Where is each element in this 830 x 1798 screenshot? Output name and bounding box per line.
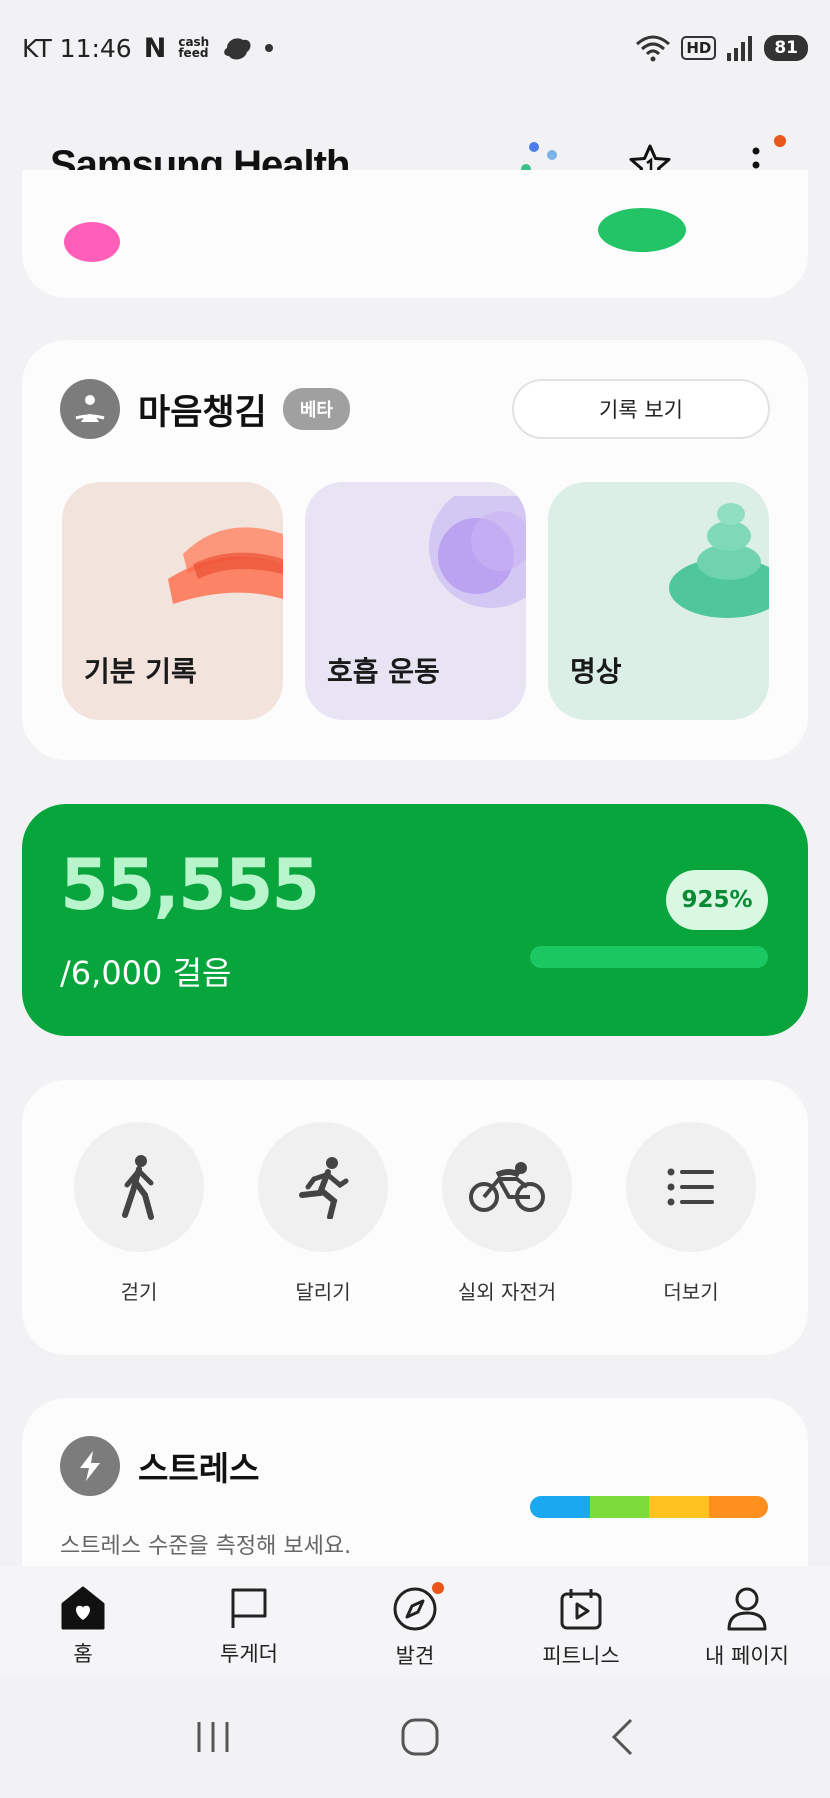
outdoor-bike-label: 실외 자전거	[457, 1280, 557, 1304]
workout-outdoor-bike[interactable]: 실외 자전거	[442, 1122, 572, 1305]
breathing-tile[interactable]: 호흡 운동	[305, 482, 526, 720]
signal-icon	[727, 36, 753, 61]
compass-icon	[393, 1587, 437, 1631]
view-records-button[interactable]: 기록 보기	[512, 379, 770, 439]
notification-dot-icon	[265, 44, 274, 52]
new-badge-dot	[774, 135, 786, 147]
nav-fitness-label: 피트니스	[542, 1644, 620, 1668]
mood-record-label: 기분 기록	[84, 655, 197, 688]
scrolled-card	[22, 170, 808, 298]
wifi-icon	[636, 35, 671, 62]
battery-icon: 81	[764, 35, 808, 61]
meditation-label: 명상	[570, 655, 622, 688]
stress-scale-mid-high	[649, 1496, 709, 1518]
nav-my-page-label: 내 페이지	[705, 1644, 789, 1668]
lightning-icon	[60, 1436, 120, 1496]
system-nav-bar	[0, 1676, 830, 1798]
nav-discover-label: 발견	[395, 1644, 435, 1668]
partial-circle-graphics	[64, 208, 686, 262]
home-icon	[61, 1586, 105, 1630]
breathing-illustration	[429, 496, 526, 608]
step-progress-bar	[530, 946, 768, 968]
workouts-card: 걷기 달리기 실외 자전거 더보기	[22, 1080, 808, 1355]
stones-illustration	[669, 503, 769, 618]
stress-subtitle: 스트레스 수준을 측정해 보세요.	[60, 1534, 352, 1559]
mood-illustration	[168, 527, 283, 604]
step-goal: /6,000 걸음	[60, 954, 232, 992]
meditation-icon	[60, 379, 120, 439]
steps-card[interactable]: 55,555 /6,000 걸음 925%	[22, 804, 808, 1036]
step-count: 55,555	[60, 844, 320, 926]
step-percent-badge: 925%	[666, 870, 768, 930]
stress-scale-mid-low	[589, 1496, 649, 1518]
bottom-nav: 홈 투게더 발견 피트니스 내 페이지	[0, 1566, 830, 1676]
flag-icon	[231, 1588, 267, 1628]
mindfulness-card: 마음챙김 베타 기록 보기 기분 기록 호흡 운동 명상	[22, 340, 808, 760]
stress-title: 스트레스	[138, 1449, 260, 1488]
nav-my-page[interactable]: 내 페이지	[664, 1566, 830, 1676]
nav-fitness[interactable]: 피트니스	[498, 1566, 664, 1676]
carrier-time: KT 11:46	[22, 33, 132, 63]
home-button[interactable]	[400, 1717, 440, 1757]
person-icon	[727, 1587, 767, 1631]
stress-scale-bar	[530, 1496, 768, 1518]
naver-n-icon: N	[143, 32, 167, 64]
walk-icon	[122, 1155, 154, 1220]
status-bar: KT 11:46 N cash feed HD 81	[0, 0, 830, 96]
back-button[interactable]	[609, 1717, 635, 1757]
breathing-label: 호흡 운동	[327, 655, 440, 688]
workout-run[interactable]: 달리기	[258, 1122, 388, 1305]
cloud-app-icon	[224, 38, 251, 60]
nav-discover[interactable]: 발견	[332, 1566, 498, 1676]
cashfeed-bottom-text: feed	[178, 46, 209, 60]
beta-badge: 베타	[282, 388, 350, 430]
stress-scale-low	[530, 1496, 590, 1518]
mood-record-tile[interactable]: 기분 기록	[62, 482, 283, 720]
workout-more[interactable]: 더보기	[626, 1122, 756, 1305]
walk-label: 걷기	[120, 1280, 158, 1304]
more-label: 더보기	[663, 1280, 719, 1304]
mindfulness-title: 마음챙김	[138, 392, 267, 433]
play-calendar-icon	[560, 1589, 602, 1630]
nav-home-label: 홈	[73, 1642, 93, 1666]
meditation-tile[interactable]: 명상	[548, 482, 769, 720]
discover-new-dot	[432, 1582, 444, 1594]
stress-card[interactable]: 스트레스 스트레스 수준을 측정해 보세요.	[22, 1398, 808, 1566]
bike-icon	[469, 1162, 545, 1212]
list-icon	[667, 1168, 714, 1206]
recent-apps-button[interactable]	[195, 1720, 231, 1754]
run-icon	[299, 1157, 349, 1219]
hd-icon: HD	[681, 36, 717, 60]
run-label: 달리기	[295, 1280, 351, 1304]
cashfeed-icon: cash feed	[178, 36, 209, 60]
workout-walk[interactable]: 걷기	[74, 1122, 204, 1305]
nav-together-label: 투게더	[220, 1642, 278, 1666]
nav-together[interactable]: 투게더	[166, 1566, 332, 1676]
nav-home[interactable]: 홈	[0, 1566, 166, 1676]
stress-scale-high	[708, 1496, 768, 1518]
